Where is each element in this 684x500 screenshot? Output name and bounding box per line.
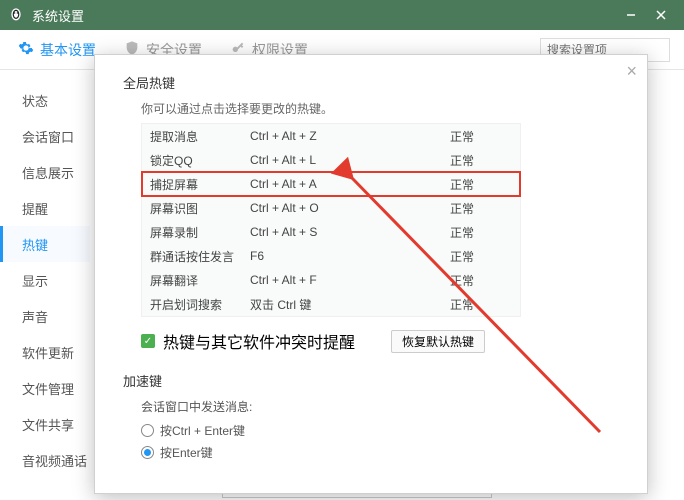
restore-defaults-button[interactable]: 恢复默认热键 [391,330,485,353]
hotkey-keys: 双击 Ctrl 键 [250,296,450,313]
hotkey-row[interactable]: 开启划词搜索双击 Ctrl 键正常 [142,292,520,316]
radio-label: 按Enter键 [160,444,213,461]
radio-ctrl-enter[interactable]: 按Ctrl + Enter键 [141,419,619,441]
accel-title: 加速键 [123,371,619,390]
radio-label: 按Ctrl + Enter键 [160,422,245,439]
hotkey-row[interactable]: 屏幕识图Ctrl + Alt + O正常 [142,196,520,220]
hotkey-keys: Ctrl + Alt + S [250,225,450,239]
hotkey-status: 正常 [450,272,510,289]
sidebar-item[interactable]: 显示 [0,262,90,298]
sidebar-item[interactable]: 提醒 [0,190,90,226]
hotkey-name: 屏幕录制 [150,224,250,241]
gear-icon [18,40,34,59]
hotkey-row[interactable]: 屏幕录制Ctrl + Alt + S正常 [142,220,520,244]
hotkey-row[interactable]: 锁定QQCtrl + Alt + L正常 [142,148,520,172]
sidebar-item[interactable]: 热键 [0,226,90,262]
hotkey-name: 屏幕翻译 [150,272,250,289]
sidebar: 状态会话窗口信息展示提醒热键显示声音软件更新文件管理文件共享音视频通话 [0,70,90,500]
hotkey-status: 正常 [450,296,510,313]
tab-label: 基本设置 [40,40,96,60]
hotkey-keys: Ctrl + Alt + O [250,201,450,215]
sidebar-item[interactable]: 软件更新 [0,334,90,370]
hotkey-row[interactable]: 提取消息Ctrl + Alt + Z正常 [142,124,520,148]
hotkey-name: 群通话按住发言 [150,248,250,265]
hotkey-keys: Ctrl + Alt + A [250,177,450,191]
hotkey-name: 提取消息 [150,128,250,145]
tab-basic-settings[interactable]: 基本设置 [18,40,96,60]
sidebar-item[interactable]: 文件管理 [0,370,90,406]
close-button[interactable] [646,0,676,30]
hotkey-status: 正常 [450,248,510,265]
hotkey-table: 提取消息Ctrl + Alt + Z正常锁定QQCtrl + Alt + L正常… [141,123,521,317]
app-icon [8,7,24,23]
sidebar-item[interactable]: 声音 [0,298,90,334]
hotkey-row[interactable]: 捕捉屏幕Ctrl + Alt + A正常 [142,172,520,196]
hotkey-status: 正常 [450,200,510,217]
hotkey-name: 屏幕识图 [150,200,250,217]
section-title: 全局热键 [123,73,619,92]
radio-enter[interactable]: 按Enter键 [141,441,619,463]
hotkey-row[interactable]: 屏幕翻译Ctrl + Alt + F正常 [142,268,520,292]
hotkey-keys: F6 [250,249,450,263]
hint-text: 你可以通过点击选择要更改的热键。 [141,100,619,117]
sidebar-item[interactable]: 信息展示 [0,154,90,190]
minimize-button[interactable] [616,0,646,30]
hotkey-row[interactable]: 群通话按住发言F6正常 [142,244,520,268]
hotkey-keys: Ctrl + Alt + Z [250,129,450,143]
hotkey-name: 捕捉屏幕 [150,176,250,193]
sidebar-item[interactable]: 会话窗口 [0,118,90,154]
hotkey-name: 开启划词搜索 [150,296,250,313]
hotkey-status: 正常 [450,224,510,241]
hotkey-name: 锁定QQ [150,152,250,169]
hotkey-keys: Ctrl + Alt + L [250,153,450,167]
conflict-checkbox[interactable]: ✓ [141,334,155,348]
close-icon[interactable]: × [626,61,637,82]
conflict-label: 热键与其它软件冲突时提醒 [163,329,355,353]
hotkey-modal: × 全局热键 你可以通过点击选择要更改的热键。 提取消息Ctrl + Alt +… [94,54,648,494]
sidebar-item[interactable]: 状态 [0,82,90,118]
accel-subtitle: 会话窗口中发送消息: [141,398,619,415]
radio-icon [141,424,154,437]
sidebar-item[interactable]: 文件共享 [0,406,90,442]
hotkey-status: 正常 [450,128,510,145]
hotkey-keys: Ctrl + Alt + F [250,273,450,287]
window-title: 系统设置 [32,6,616,25]
hotkey-status: 正常 [450,152,510,169]
titlebar: 系统设置 [0,0,684,30]
hotkey-status: 正常 [450,176,510,193]
radio-icon [141,446,154,459]
sidebar-item[interactable]: 音视频通话 [0,442,90,478]
